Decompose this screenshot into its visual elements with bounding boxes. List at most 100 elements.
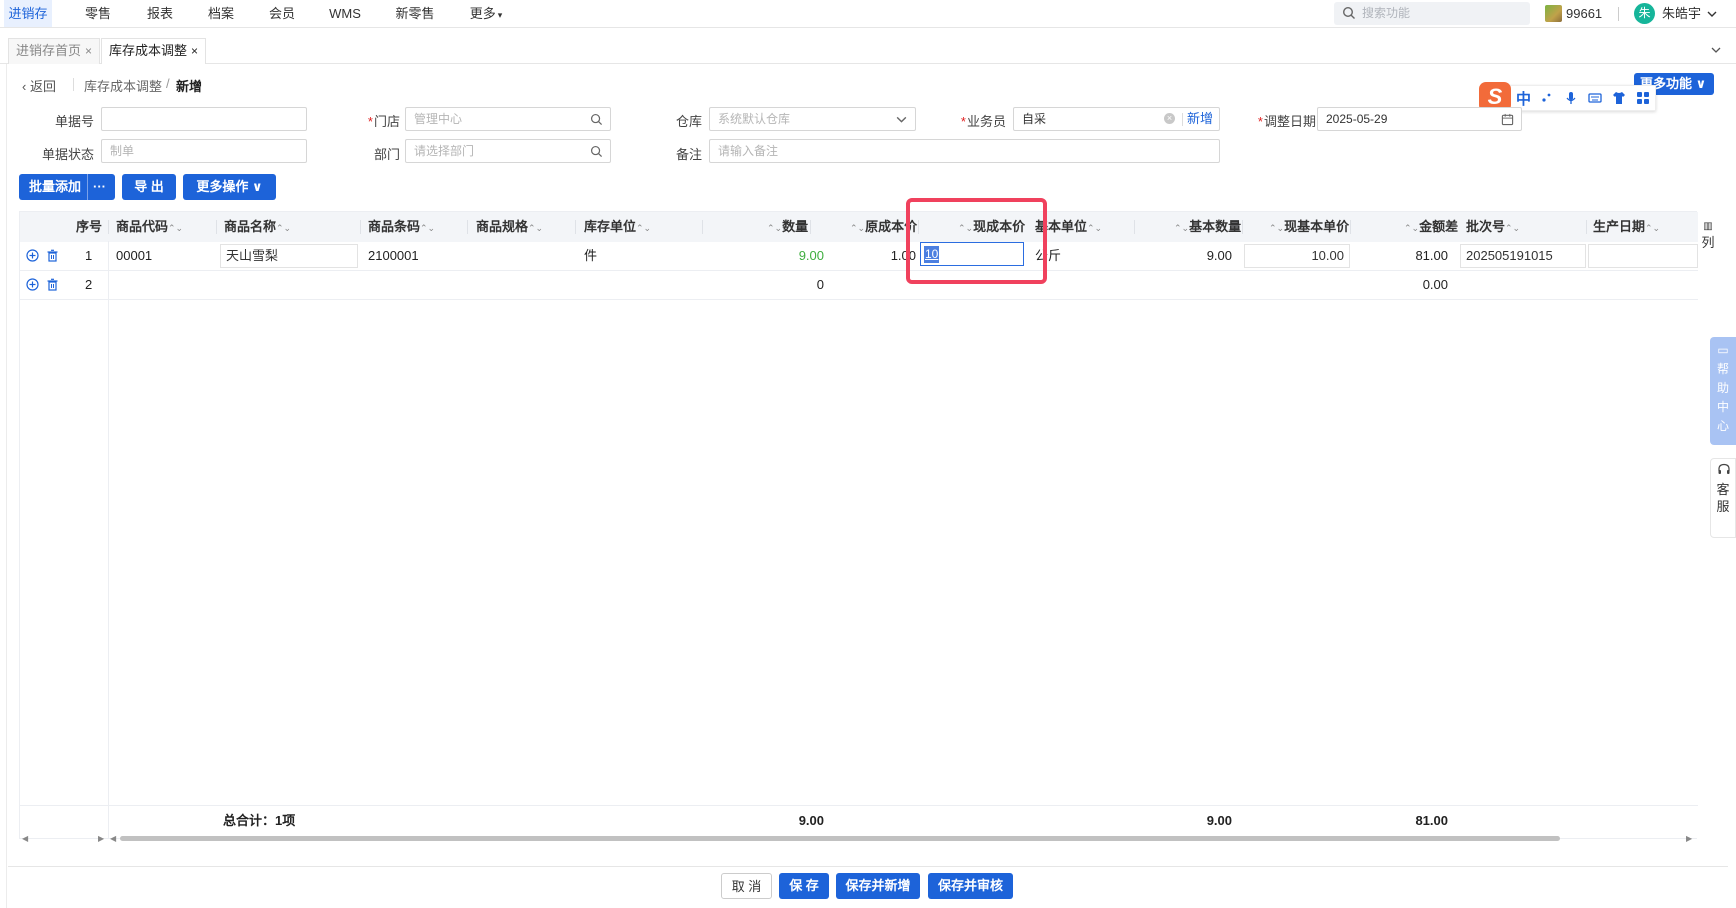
- scroll-right-icon[interactable]: ▶: [1686, 834, 1692, 843]
- more-operations-label: 更多操作: [196, 179, 249, 194]
- required-mark: *: [367, 114, 373, 129]
- th-unit-label: 库存单位: [584, 219, 637, 234]
- page-tabs: 进销存首页 × 库存成本调整 ×: [0, 36, 1736, 64]
- th-name[interactable]: 商品名称⌃⌄: [224, 212, 291, 242]
- required-mark: *: [1257, 114, 1263, 129]
- save-and-new-button[interactable]: 保存并新增: [836, 873, 920, 899]
- th-new-base-price[interactable]: ⌃⌄现基本单价: [1269, 212, 1349, 242]
- batch-add-button[interactable]: 批量添加 ···: [19, 174, 115, 200]
- column-settings-label: 列: [1701, 235, 1715, 250]
- cell-code[interactable]: 00001: [116, 242, 152, 270]
- clear-icon[interactable]: ×: [1164, 113, 1175, 124]
- nav-reports[interactable]: 报表: [140, 0, 180, 27]
- nav-new-retail[interactable]: 新零售: [390, 0, 440, 27]
- th-diff[interactable]: ⌃⌄金额差: [1404, 212, 1458, 242]
- close-icon[interactable]: ×: [191, 44, 198, 58]
- tab-cost-adjust[interactable]: 库存成本调整 ×: [101, 38, 207, 64]
- caret-down-icon: ▾: [497, 10, 503, 20]
- date-value: 2025-05-29: [1326, 112, 1388, 126]
- staff-add-new-link[interactable]: 新增: [1187, 108, 1213, 130]
- delete-row-icon[interactable]: [46, 249, 59, 262]
- breadcrumb-parent[interactable]: 库存成本调整: [84, 76, 162, 95]
- help-center-float[interactable]: ▭ 帮 助 中 心: [1710, 337, 1736, 445]
- doc-no-input[interactable]: [101, 107, 307, 131]
- tab-inventory-home[interactable]: 进销存首页 ×: [8, 38, 101, 64]
- save-button[interactable]: 保 存: [779, 873, 829, 899]
- nav-wms[interactable]: WMS: [323, 0, 367, 27]
- back-link[interactable]: ‹ 返回: [22, 76, 56, 95]
- chevron-down-icon[interactable]: [1706, 8, 1718, 20]
- help-char: 帮: [1716, 362, 1729, 376]
- th-mfg-date[interactable]: 生产日期⌃⌄: [1593, 212, 1660, 242]
- close-icon[interactable]: ×: [85, 44, 92, 58]
- microphone-icon[interactable]: [1564, 91, 1578, 105]
- skin-shirt-icon[interactable]: [1612, 91, 1626, 105]
- column-settings[interactable]: ▥ 列: [1698, 222, 1718, 251]
- cell-seq: 2: [85, 277, 93, 292]
- th-qty-label: 数量: [782, 219, 809, 234]
- export-button[interactable]: 导 出: [122, 174, 176, 200]
- cell-batch[interactable]: 202505191015: [1460, 244, 1586, 268]
- save-and-audit-button[interactable]: 保存并审核: [928, 873, 1013, 899]
- nav-archives[interactable]: 档案: [201, 0, 241, 27]
- customer-service-float[interactable]: 客 服: [1710, 458, 1736, 538]
- grid-menu-icon[interactable]: [1636, 91, 1650, 105]
- search-icon[interactable]: [590, 113, 603, 126]
- scroll-right-icon[interactable]: ▶: [98, 834, 104, 843]
- th-barcode[interactable]: 商品条码⌃⌄: [368, 212, 435, 242]
- search-icon[interactable]: [590, 145, 603, 158]
- nav-more[interactable]: 更多 ▾: [465, 0, 507, 27]
- cancel-button[interactable]: 取 消: [721, 873, 772, 899]
- th-code[interactable]: 商品代码⌃⌄: [116, 212, 183, 242]
- cell-name[interactable]: 天山雪梨: [220, 244, 358, 268]
- nav-retail[interactable]: 零售: [78, 0, 118, 27]
- th-unit[interactable]: 库存单位⌃⌄: [584, 212, 651, 242]
- button-divider: [87, 174, 88, 200]
- add-row-icon[interactable]: [26, 278, 39, 291]
- store-label: *门店: [350, 111, 400, 130]
- delete-row-icon[interactable]: [46, 278, 59, 291]
- username[interactable]: 朱皓宇: [1662, 0, 1701, 27]
- remark-label: 备注: [675, 147, 702, 162]
- cell-new-base-price[interactable]: 10.00: [1244, 244, 1350, 268]
- nav-members[interactable]: 会员: [262, 0, 302, 27]
- help-char: 助: [1716, 381, 1729, 395]
- ime-lang[interactable]: 中: [1516, 88, 1531, 109]
- tabs-chevron-down-icon[interactable]: [1710, 44, 1722, 56]
- remark-input[interactable]: 请输入备注: [709, 139, 1220, 163]
- scrollbar-thumb[interactable]: [120, 836, 1560, 841]
- sort-icon: ⌃⌄: [1087, 223, 1103, 233]
- total-base-qty: 9.00: [1206, 813, 1232, 828]
- nav-inventory[interactable]: 进销存: [4, 0, 52, 27]
- keyboard-icon[interactable]: [1588, 91, 1602, 105]
- function-search[interactable]: 搜索功能: [1334, 2, 1530, 25]
- calendar-icon[interactable]: [1501, 113, 1514, 126]
- th-divider: [702, 220, 703, 234]
- scroll-left-icon[interactable]: ◀: [22, 834, 28, 843]
- th-batch[interactable]: 批次号⌃⌄: [1466, 212, 1520, 242]
- punctuation-icon[interactable]: [1540, 91, 1554, 105]
- add-row-icon[interactable]: [26, 249, 39, 262]
- service-char: 服: [1716, 499, 1730, 514]
- horizontal-scrollbar[interactable]: ◀ ▶ ◀ ▶: [20, 834, 1698, 843]
- date-input[interactable]: 2025-05-29: [1317, 107, 1522, 131]
- more-operations-button[interactable]: 更多操作 ∨: [183, 174, 276, 200]
- avatar[interactable]: 朱: [1634, 3, 1655, 24]
- warehouse-select[interactable]: 系统默认仓库: [709, 107, 916, 131]
- cell-mfg-date[interactable]: [1588, 244, 1698, 268]
- dept-input[interactable]: 请选择部门: [405, 139, 611, 163]
- page-left-border: [6, 64, 7, 908]
- scroll-left-icon[interactable]: ◀: [110, 834, 116, 843]
- highlight-annotation: [906, 198, 1047, 284]
- th-spec[interactable]: 商品规格⌃⌄: [476, 212, 543, 242]
- staff-value: 自采: [1022, 112, 1047, 126]
- store-input[interactable]: 管理中心: [405, 107, 611, 131]
- th-qty[interactable]: ⌃⌄数量: [767, 212, 808, 242]
- th-barcode-label: 商品条码: [368, 219, 421, 234]
- sort-icon: ⌃⌄: [168, 223, 184, 233]
- staff-input[interactable]: 自采 × 新增: [1013, 107, 1220, 131]
- th-new-base-price-label: 现基本单价: [1284, 219, 1350, 234]
- more-dots-icon[interactable]: ···: [93, 174, 106, 200]
- breadcrumb-slash: /: [166, 76, 170, 91]
- th-base-qty[interactable]: ⌃⌄基本数量: [1174, 212, 1241, 242]
